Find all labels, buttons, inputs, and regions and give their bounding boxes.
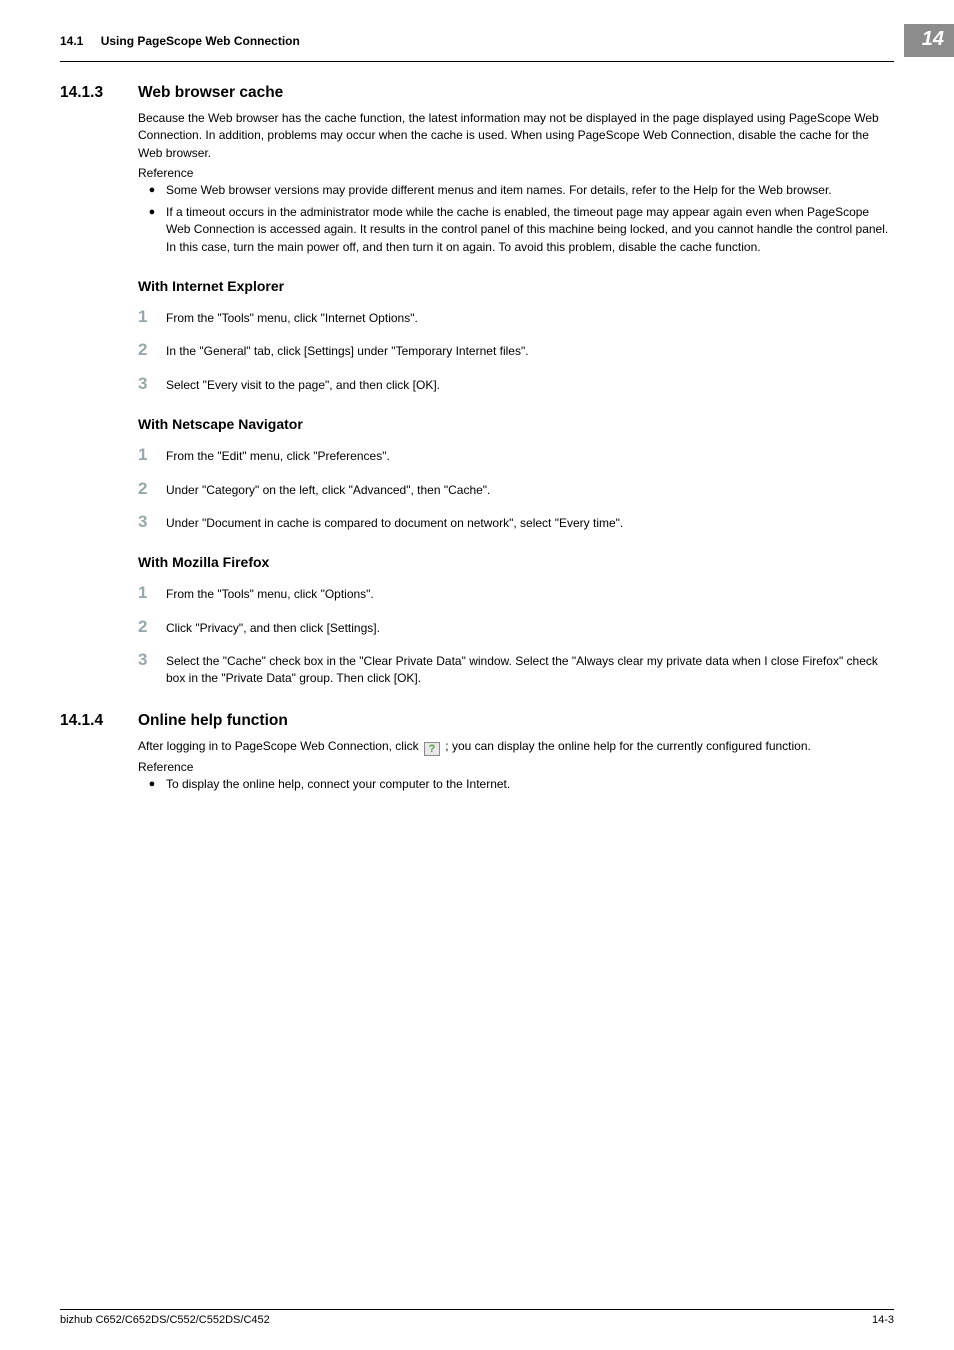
- bullet-icon: ●: [138, 776, 166, 794]
- step-number: 2: [138, 480, 166, 499]
- list-item: ●To display the online help, connect you…: [138, 776, 894, 794]
- step-number: 2: [138, 341, 166, 360]
- reference-list: ●Some Web browser versions may provide d…: [138, 182, 894, 256]
- online-help-paragraph: After logging in to PageScope Web Connec…: [138, 738, 894, 756]
- step-number: 3: [138, 375, 166, 394]
- page-footer: bizhub C652/C652DS/C552/C552DS/C452 14-3: [60, 1309, 894, 1326]
- subsection-title-nn: With Netscape Navigator: [138, 416, 894, 432]
- section-number: 14.1.3: [60, 84, 138, 102]
- bullet-icon: ●: [138, 204, 166, 256]
- running-header: 14.1 Using PageScope Web Connection: [60, 34, 300, 48]
- section-title: Web browser cache: [138, 84, 283, 102]
- intro-paragraph: Because the Web browser has the cache fu…: [138, 110, 894, 162]
- step-number: 1: [138, 308, 166, 327]
- para-after: ; you can display the online help for th…: [442, 739, 811, 753]
- section-title: Online help function: [138, 712, 288, 730]
- step-number: 1: [138, 446, 166, 465]
- section-number: 14.1.4: [60, 712, 138, 730]
- step-number: 3: [138, 651, 166, 688]
- header-section-number: 14.1: [60, 34, 83, 48]
- help-icon: ?: [424, 742, 440, 756]
- list-item: ●Some Web browser versions may provide d…: [138, 182, 894, 200]
- step-item: 3Select the "Cache" check box in the "Cl…: [138, 651, 894, 688]
- para-before: After logging in to PageScope Web Connec…: [138, 739, 422, 753]
- step-item: 2Under "Category" on the left, click "Ad…: [138, 480, 894, 499]
- step-item: 2Click "Privacy", and then click [Settin…: [138, 618, 894, 637]
- step-item: 3Under "Document in cache is compared to…: [138, 513, 894, 532]
- subsection-title-ff: With Mozilla Firefox: [138, 554, 894, 570]
- footer-divider: [60, 1309, 894, 1310]
- footer-model: bizhub C652/C652DS/C552/C552DS/C452: [60, 1314, 270, 1326]
- step-number: 2: [138, 618, 166, 637]
- list-item: ●If a timeout occurs in the administrato…: [138, 204, 894, 256]
- header-divider: [60, 61, 894, 62]
- step-item: 3Select "Every visit to the page", and t…: [138, 375, 894, 394]
- reference-label: Reference: [138, 166, 894, 180]
- step-item: 2In the "General" tab, click [Settings] …: [138, 341, 894, 360]
- step-number: 3: [138, 513, 166, 532]
- chapter-badge: 14: [904, 24, 954, 57]
- header-section-title: Using PageScope Web Connection: [101, 34, 300, 48]
- bullet-icon: ●: [138, 182, 166, 200]
- step-number: 1: [138, 584, 166, 603]
- footer-page-number: 14-3: [872, 1314, 894, 1326]
- reference-list: ●To display the online help, connect you…: [138, 776, 894, 794]
- reference-label: Reference: [138, 760, 894, 774]
- step-item: 1From the "Edit" menu, click "Preference…: [138, 446, 894, 465]
- step-item: 1From the "Tools" menu, click "Internet …: [138, 308, 894, 327]
- subsection-title-ie: With Internet Explorer: [138, 278, 894, 294]
- step-item: 1From the "Tools" menu, click "Options".: [138, 584, 894, 603]
